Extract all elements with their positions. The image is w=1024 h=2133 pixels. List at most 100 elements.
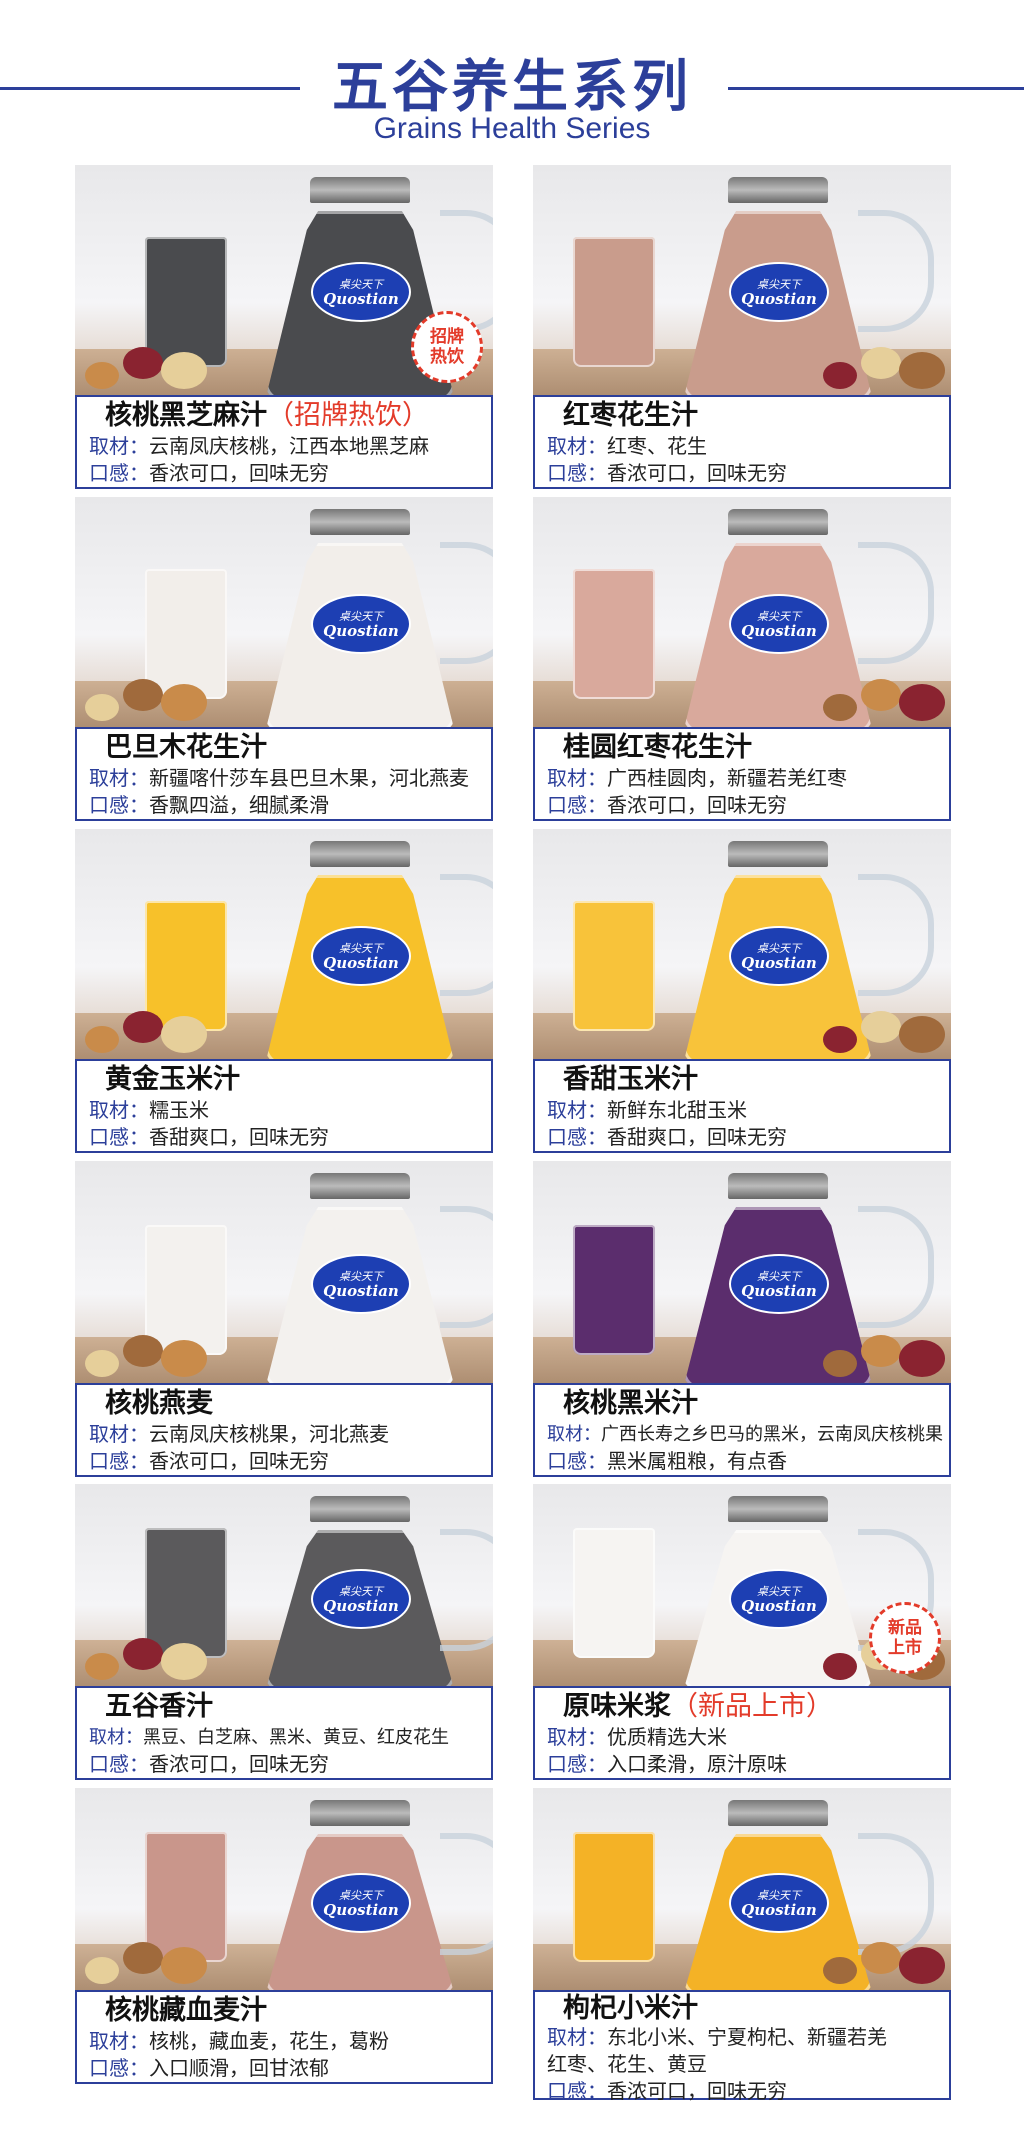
ingredient-prop: [85, 1349, 119, 1377]
ingredient-prop: [861, 1335, 901, 1367]
taste-value: 香浓可口，回味无穷: [607, 461, 787, 485]
ingredients-label: 取材：: [547, 434, 607, 458]
ingredient-prop: [861, 347, 901, 379]
product-card[interactable]: 桌尖天下 Quostian 新品 上市 原味米浆（新品上市） 取材：优质精选大米 口感：入口…: [533, 1484, 951, 1780]
ingredients-value: 黑豆、白芝麻、黑米、黄豆、红皮花生: [143, 1727, 449, 1748]
ingredients-row: 取材：优质精选大米: [547, 1724, 939, 1751]
taste-value: 香甜爽口，回味无穷: [149, 1125, 329, 1149]
taste-label: 口感：: [547, 1125, 607, 1149]
taste-value: 香浓可口，回味无穷: [149, 461, 329, 485]
taste-value: 香浓可口，回味无穷: [149, 1449, 329, 1473]
ingredient-prop: [823, 1349, 857, 1377]
brand-logo-en: Quostian: [323, 954, 399, 972]
ingredient-prop: [161, 684, 207, 721]
taste-value: 香浓可口，回味无穷: [607, 793, 787, 817]
ingredient-prop: [123, 1011, 163, 1043]
ingredients-label: 取材：: [89, 1098, 149, 1122]
brand-logo-en: Quostian: [741, 954, 817, 972]
brand-logo-en: Quostian: [741, 290, 817, 308]
product-card[interactable]: 桌尖天下 Quostian 桂圆红枣花生汁 取材：广西桂圆肉，新疆若羌红枣 口感：香浓可…: [533, 497, 951, 821]
ingredient-prop: [861, 679, 901, 711]
brand-logo-en: Quostian: [741, 1901, 817, 1919]
ingredient-prop: [85, 361, 119, 389]
product-photo: 桌尖天下 Quostian 新品 上市: [533, 1484, 951, 1686]
ingredients-row: 取材：东北小米、宁夏枸杞、新疆若羌: [547, 2024, 939, 2051]
product-info: 核桃藏血麦汁 取材：核桃，藏血麦，花生，葛粉 口感：入口顺滑，回甘浓郁: [75, 1990, 493, 2084]
taste-value: 香浓可口，回味无穷: [149, 1752, 329, 1776]
product-card[interactable]: 桌尖天下 Quostian 五谷香汁 取材：黑豆、白芝麻、黑米、黄豆、红皮花生 口感：香…: [75, 1484, 493, 1780]
product-info: 核桃黑芝麻汁（招牌热饮） 取材：云南凤庆核桃，江西本地黑芝麻 口感：香浓可口，回味无…: [75, 395, 493, 489]
product-card[interactable]: 桌尖天下 Quostian 核桃黑米汁 取材：广西长寿之乡巴马的黑米，云南凤庆核桃果口…: [533, 1161, 951, 1477]
product-name: 香甜玉米汁: [563, 1064, 698, 1095]
taste-label: 口感：: [89, 793, 149, 817]
ingredient-prop: [123, 1638, 163, 1670]
taste-label: 口感：: [547, 1449, 607, 1473]
jar-lid: [728, 1173, 828, 1199]
product-card[interactable]: 桌尖天下 Quostian 招牌 热饮 核桃黑芝麻汁（招牌热饮） 取材：云南凤庆核桃，江西…: [75, 165, 493, 489]
brand-logo: 桌尖天下 Quostian: [729, 1569, 829, 1629]
ingredient-prop: [85, 1025, 119, 1053]
product-name: 桂圆红枣花生汁: [563, 732, 752, 763]
product-card[interactable]: 桌尖天下 Quostian 黄金玉米汁 取材：糯玉米 口感：香甜爽口，回味无穷: [75, 829, 493, 1153]
ingredients-label: 取材：: [89, 2029, 149, 2053]
drink-glass: [145, 901, 227, 1031]
ingredient-prop: [899, 352, 945, 389]
taste-value: 黑米属粗粮，有点香: [607, 1449, 787, 1473]
ingredient-prop: [123, 679, 163, 711]
taste-label: 口感：: [89, 1125, 149, 1149]
product-card[interactable]: 桌尖天下 Quostian 香甜玉米汁 取材：新鲜东北甜玉米 口感：香甜爽口，回味无穷: [533, 829, 951, 1153]
jar-lid: [728, 177, 828, 203]
product-photo: 桌尖天下 Quostian: [533, 165, 951, 395]
taste-row: 口感：香甜爽口，回味无穷: [547, 1124, 939, 1151]
product-tag: （新品上市）: [671, 1691, 833, 1722]
product-card[interactable]: 桌尖天下 Quostian 红枣花生汁 取材：红枣、花生 口感：香浓可口，回味无穷: [533, 165, 951, 489]
taste-label: 口感：: [547, 793, 607, 817]
ingredients-value: 云南凤庆核桃果，河北燕麦: [149, 1422, 389, 1446]
jar-lid: [310, 1496, 410, 1522]
taste-row: 口感：香浓可口，回味无穷: [547, 2078, 939, 2105]
product-info: 桂圆红枣花生汁 取材：广西桂圆肉，新疆若羌红枣 口感：香浓可口，回味无穷: [533, 727, 951, 821]
product-card[interactable]: 桌尖天下 Quostian 枸杞小米汁 取材：东北小米、宁夏枸杞、新疆若羌 红枣、花生、…: [533, 1788, 951, 2103]
taste-row: 口感：入口柔滑，原汁原味: [547, 1751, 939, 1778]
brand-logo-en: Quostian: [323, 1282, 399, 1300]
brand-logo-en: Quostian: [323, 1597, 399, 1615]
product-card[interactable]: 桌尖天下 Quostian 核桃燕麦 取材：云南凤庆核桃果，河北燕麦 口感：香浓可口，回…: [75, 1161, 493, 1477]
ingredient-prop: [161, 1340, 207, 1377]
brand-logo: 桌尖天下 Quostian: [311, 1873, 411, 1933]
taste-value: 香浓可口，回味无穷: [607, 2079, 787, 2103]
product-name: 黄金玉米汁: [105, 1064, 240, 1095]
product-photo: 桌尖天下 Quostian: [75, 829, 493, 1059]
jar-lid: [310, 1173, 410, 1199]
brand-logo-en: Quostian: [741, 1597, 817, 1615]
jar-lid: [310, 1800, 410, 1826]
product-name: 五谷香汁: [105, 1691, 213, 1722]
ingredients-row: 取材：红枣、花生: [547, 433, 939, 460]
jar-lid: [728, 1496, 828, 1522]
brand-logo: 桌尖天下 Quostian: [729, 594, 829, 654]
product-photo: 桌尖天下 Quostian 招牌 热饮: [75, 165, 493, 395]
product-photo: 桌尖天下 Quostian: [533, 1788, 951, 1990]
ingredients-value: 广西长寿之乡巴马的黑米，云南凤庆核桃果: [601, 1424, 943, 1445]
product-card[interactable]: 桌尖天下 Quostian 核桃藏血麦汁 取材：核桃，藏血麦，花生，葛粉 口感：入口顺滑…: [75, 1788, 493, 2084]
ingredients-label: 取材：: [547, 1098, 607, 1122]
ingredient-prop: [85, 1652, 119, 1680]
product-name: 枸杞小米汁: [563, 1993, 698, 2024]
brand-logo-en: Quostian: [323, 290, 399, 308]
jar-handle: [440, 874, 493, 996]
ingredient-prop: [899, 1947, 945, 1984]
product-info: 核桃燕麦 取材：云南凤庆核桃果，河北燕麦 口感：香浓可口，回味无穷: [75, 1383, 493, 1477]
ingredient-prop: [161, 1016, 207, 1053]
product-info: 香甜玉米汁 取材：新鲜东北甜玉米 口感：香甜爽口，回味无穷: [533, 1059, 951, 1153]
taste-value: 入口柔滑，原汁原味: [607, 1752, 787, 1776]
ingredient-prop: [823, 1956, 857, 1984]
ingredients-row: 取材：新鲜东北甜玉米: [547, 1097, 939, 1124]
ingredient-prop: [861, 1942, 901, 1974]
jar-handle: [440, 1206, 493, 1328]
product-card[interactable]: 桌尖天下 Quostian 巴旦木花生汁 取材：新疆喀什莎车县巴旦木果，河北燕麦 口感：…: [75, 497, 493, 821]
promo-badge: 新品 上市: [869, 1602, 941, 1674]
jar-handle: [440, 1833, 493, 1955]
ingredients-value: 新鲜东北甜玉米: [607, 1098, 747, 1122]
product-info: 红枣花生汁 取材：红枣、花生 口感：香浓可口，回味无穷: [533, 395, 951, 489]
jar-handle: [858, 874, 934, 996]
drink-glass: [145, 569, 227, 699]
